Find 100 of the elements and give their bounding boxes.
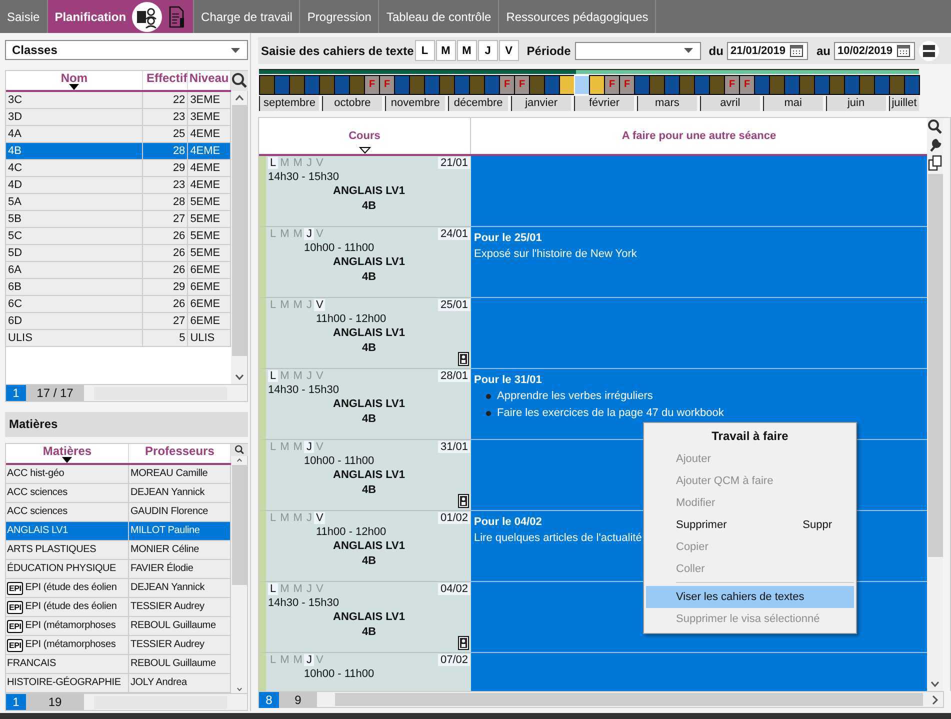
menu-item-label: Ajouter QCM à faire xyxy=(676,475,774,487)
subject-name: HISTOIRE-GÉOGRAPHIE xyxy=(7,675,121,690)
homework-text: Exposé sur l'histoire de New York xyxy=(474,247,637,262)
course-date: 04/02 xyxy=(438,583,470,595)
weekday-letter: M xyxy=(292,583,304,595)
table-cell: ULIS xyxy=(6,330,144,347)
weekday-letter: L xyxy=(268,370,278,382)
weekday-letter: M xyxy=(279,370,290,382)
subject-name: ACC sciences xyxy=(7,486,68,500)
homework-text: Lire quelques articles de l'actualité xyxy=(474,531,642,546)
weekday-letter: M xyxy=(279,512,290,524)
epi-badge: EPI xyxy=(7,582,24,594)
subject-name: EPI (métamorphoses xyxy=(25,638,116,652)
course-date: 21/01 xyxy=(438,157,470,169)
course-subject: ANGLAIS LV1 xyxy=(332,539,406,554)
table-cell: 5 xyxy=(143,330,188,347)
weekday-letter: M xyxy=(279,583,290,595)
course-date: 07/02 xyxy=(438,654,470,666)
weekday-letter: J xyxy=(305,299,313,311)
row-count: 9 xyxy=(279,692,317,708)
subject-name: EPI (étude des éolien xyxy=(25,581,117,595)
course-date: 31/01 xyxy=(438,441,470,453)
weekday-letter: L xyxy=(269,228,278,240)
weekday-letter: J xyxy=(304,441,314,453)
weekday-letter: L xyxy=(268,157,278,169)
course-subject: ANGLAIS LV1 xyxy=(332,610,406,625)
weekday-letter: M xyxy=(292,228,304,240)
period-label: Période xyxy=(526,44,571,58)
weekday-letter: L xyxy=(269,441,278,453)
menu-item-label: Ajouter xyxy=(676,453,711,465)
weekday-letter: M xyxy=(292,654,304,666)
weekday-letter: J xyxy=(304,654,314,666)
course-time: 10h00 - 11h00 xyxy=(303,454,376,468)
row-count: 19 xyxy=(26,694,84,710)
course-class: 4B xyxy=(360,625,378,640)
weekday-letter: L xyxy=(269,299,278,311)
epi-badge: EPI xyxy=(7,600,24,614)
epi-badge: EPI xyxy=(7,620,24,632)
weekday-letter: V xyxy=(314,370,324,382)
from-label: du xyxy=(708,44,724,58)
homework-text: Apprendre les verbes irréguliers xyxy=(497,389,653,404)
course-class: 4B xyxy=(360,199,378,214)
weekday-letter: L xyxy=(269,654,278,666)
menu-item-label: Modifier xyxy=(676,497,716,509)
due-date: Pour le 25/01 xyxy=(474,231,542,246)
section-header: Matières xyxy=(5,412,248,437)
epi-badge: EPI xyxy=(7,638,24,652)
weekday-letter: V xyxy=(314,583,324,595)
weekday-letter: M xyxy=(279,299,290,311)
weekday-letter: V xyxy=(314,441,324,453)
due-date: Pour le 31/01 xyxy=(474,373,542,388)
weekday-letter: M xyxy=(292,299,304,311)
weekday-letter: V xyxy=(314,654,324,666)
course-class: 4B xyxy=(360,412,378,427)
toolbar-title: Saisie des cahiers de texte xyxy=(261,44,414,58)
subject-name: FRANCAIS xyxy=(7,657,56,671)
menu-item-label: Viser les cahiers de textes xyxy=(676,591,804,603)
subject-name: ANGLAIS LV1 xyxy=(7,524,68,538)
course-time: 14h30 - 15h30 xyxy=(268,596,340,610)
weekday-letter: M xyxy=(279,654,290,666)
course-date: 01/02 xyxy=(438,512,470,524)
subject-name: ACC sciences xyxy=(7,505,68,519)
weekday-letter: J xyxy=(305,512,313,524)
weekday-letter: L xyxy=(269,512,278,524)
course-time: 14h30 - 15h30 xyxy=(268,170,340,184)
weekday-letter: J xyxy=(305,157,313,169)
weekday-letter: M xyxy=(279,441,290,453)
course-date: 24/01 xyxy=(438,228,470,240)
row-count: 17 / 17 xyxy=(26,385,84,401)
menu-item-label: Supprimer le visa sélectionné xyxy=(676,613,820,625)
homework-text: Faire les exercices de la page 47 du workbook xyxy=(497,406,724,421)
course-class: 4B xyxy=(360,483,378,498)
course-date: 25/01 xyxy=(438,299,470,311)
weekday-letter: J xyxy=(305,370,313,382)
menu-item-label: Copier xyxy=(676,541,708,553)
weekday-letter: V xyxy=(314,157,324,169)
weekday-letter: J xyxy=(305,583,313,595)
weekday-letter: L xyxy=(268,583,278,595)
course-time: 10h00 - 11h00 xyxy=(303,241,376,255)
subject-name: EPI (métamorphoses xyxy=(25,619,116,633)
weekday-letter: M xyxy=(292,370,304,382)
due-date: Pour le 04/02 xyxy=(474,515,542,530)
subject-name: ACC hist-géo xyxy=(7,467,64,481)
weekday-letter: V xyxy=(314,512,326,524)
subject-name: ARTS PLASTIQUES xyxy=(7,543,96,557)
weekday-letter: M xyxy=(292,441,304,453)
subject-name: EPI (étude des éolien xyxy=(25,600,117,614)
weekday-letter: J xyxy=(304,228,314,240)
subject-name: ÉDUCATION PHYSIQUE xyxy=(7,561,116,576)
weekday-letter: V xyxy=(314,228,324,240)
course-time: 11h00 - 12h00 xyxy=(315,525,388,539)
course-subject: ANGLAIS LV1 xyxy=(332,326,406,341)
course-class: 4B xyxy=(360,341,378,356)
course-date: 28/01 xyxy=(438,370,470,382)
course-subject: ANGLAIS LV1 xyxy=(332,468,406,483)
weekday-letter: M xyxy=(292,157,304,169)
course-time: 11h00 - 12h00 xyxy=(315,312,388,326)
course-subject: ANGLAIS LV1 xyxy=(332,255,406,270)
menu-item-label: Coller xyxy=(676,563,705,575)
course-class: 4B xyxy=(360,554,378,569)
